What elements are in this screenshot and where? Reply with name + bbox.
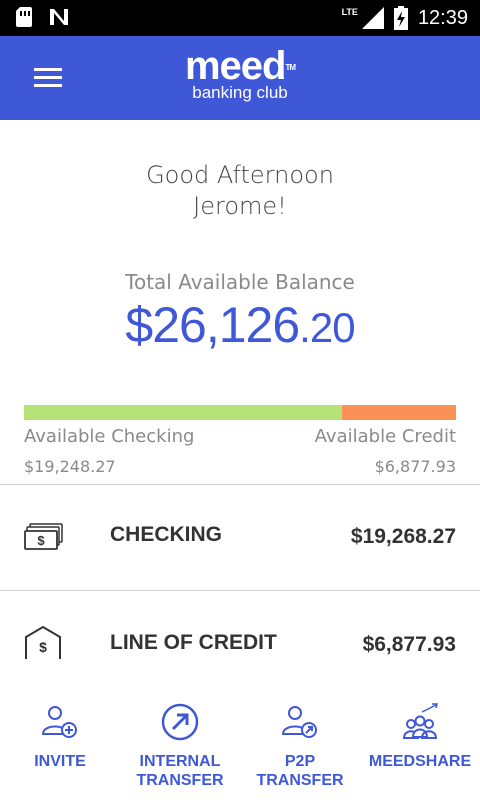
battery-charging-icon	[393, 6, 408, 30]
p2p-transfer-icon	[281, 706, 317, 738]
cash-icon: $	[24, 523, 63, 550]
internal-transfer-button[interactable]: INTERNAL TRANSFER	[120, 688, 240, 800]
action-label: P2P TRANSFER	[256, 753, 344, 789]
account-name: CHECKING	[110, 523, 223, 546]
available-checking-value: $19,248.27	[24, 457, 116, 476]
account-amount: $19,268.27	[350, 525, 456, 548]
credit-house-icon: $	[25, 625, 61, 659]
account-row-checking[interactable]: $ CHECKING $19,268.27	[0, 485, 480, 589]
svg-text:$: $	[39, 639, 47, 655]
account-name: LINE OF CREDIT	[110, 631, 277, 654]
account-amount: $6,877.93	[362, 633, 456, 656]
available-credit-value: $6,877.93	[374, 457, 456, 476]
sim-card-icon	[16, 7, 32, 27]
balance-label: Total Available Balance	[125, 270, 355, 294]
credit-portion	[342, 405, 456, 420]
action-label: INTERNAL TRANSFER	[136, 753, 224, 789]
invite-button[interactable]: INVITE	[0, 688, 120, 800]
network-type: LTE	[341, 7, 358, 17]
quick-actions: INVITE INTERNAL TRANSFER P2P TRANSFER ME…	[0, 688, 480, 800]
action-label: MEEDSHARE	[368, 753, 472, 770]
balance-breakdown-bar	[24, 405, 456, 420]
meedshare-button[interactable]: MEEDSHARE	[360, 688, 480, 800]
n-icon	[50, 9, 68, 25]
status-bar: LTE 12:39	[0, 0, 480, 36]
invite-user-icon	[41, 706, 77, 738]
greeting: Good Afternoon Jerome!	[0, 160, 480, 222]
available-credit-label: Available Credit	[314, 426, 456, 447]
action-label: INVITE	[34, 753, 86, 770]
greeting-name: Jerome!	[193, 192, 287, 220]
app-header: meedTM banking club	[0, 36, 480, 120]
available-checking-label: Available Checking	[24, 426, 195, 447]
meed-logo: meedTM banking club	[184, 44, 296, 102]
account-row-line-of-credit[interactable]: $ LINE OF CREDIT $6,877.93	[0, 591, 480, 695]
internal-transfer-icon	[161, 703, 199, 741]
meedshare-icon	[402, 703, 438, 739]
checking-portion	[24, 405, 343, 420]
signal-icon	[361, 7, 384, 29]
total-balance: $26,126.20	[125, 297, 355, 353]
greeting-line1: Good Afternoon	[146, 161, 334, 189]
clock: 12:39	[417, 6, 468, 29]
svg-text:$: $	[37, 533, 45, 548]
p2p-transfer-button[interactable]: P2P TRANSFER	[240, 688, 360, 800]
